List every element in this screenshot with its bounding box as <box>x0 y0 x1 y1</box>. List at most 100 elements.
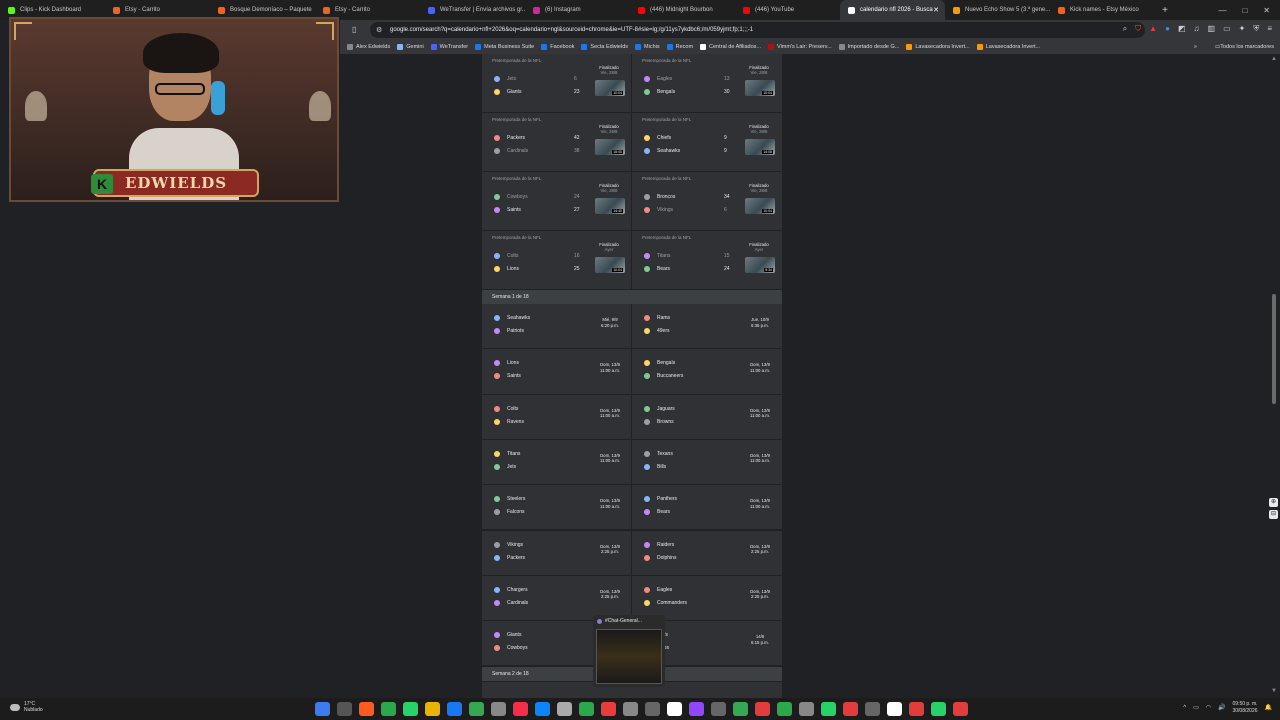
bookmark-item[interactable]: Central de Afiliados... <box>700 44 761 50</box>
tabs-icon[interactable]: ▭ <box>1223 24 1231 34</box>
taskbar-app-icon[interactable] <box>403 702 418 716</box>
week1-game-row[interactable]: Chargers Cardinals Dom, 13/9 2:25 p.m. Eagle… <box>482 575 782 621</box>
game-card[interactable]: Pretemporada de la NFL Cowboys Saints 24 27 F… <box>482 172 631 230</box>
clock[interactable]: 09:50 p. m. 30/08/2026 <box>1232 701 1257 714</box>
extensions-icon[interactable]: ✦ <box>1239 24 1246 34</box>
bookmark-item[interactable]: Meta Business Suite <box>475 44 534 50</box>
bookmark-item[interactable]: Vimm's Lair: Preserv... <box>768 44 832 50</box>
taskbar-app-icon[interactable] <box>535 702 550 716</box>
week1-game-row[interactable]: Colts Ravens Dom, 13/9 11:00 a.m. Jaguars Bro… <box>482 394 782 439</box>
bookmark-item[interactable]: Importado desde G... <box>838 44 899 50</box>
taskbar-app-icon[interactable] <box>469 702 484 716</box>
game-card[interactable]: Jaguars Browns Dom, 13/9 11:00 a.m. <box>632 395 781 439</box>
highlight-video-thumbnail[interactable]: 10:04 <box>595 257 625 273</box>
shield-icon[interactable]: ⛨ <box>1253 24 1259 34</box>
taskbar-app-icon[interactable] <box>689 702 704 716</box>
browser-tab[interactable]: Nuevo Echo Show 5 (3.ª gene... <box>945 0 1050 20</box>
taskbar-app-icon[interactable] <box>667 702 682 716</box>
taskbar-app-icon[interactable] <box>843 702 858 716</box>
game-card[interactable]: Pretemporada de la NFL Jets Giants 6 23 Final… <box>482 54 631 112</box>
game-card[interactable]: Colts Ravens Dom, 13/9 11:00 a.m. <box>482 395 631 439</box>
game-card[interactable]: Lions Saints Dom, 13/9 11:00 a.m. <box>482 349 631 393</box>
all-bookmarks[interactable]: » ▭ Todos los marcadores <box>1194 44 1274 50</box>
bookmark-star-icon[interactable]: ▯ <box>352 25 356 34</box>
browser-tab[interactable]: WeTransfer | Envía archivos gr... <box>420 0 525 20</box>
bookmark-item[interactable]: Secta Edwields <box>581 44 628 50</box>
preseason-game-row[interactable]: Pretemporada de la NFL Jets Giants 6 23 Final… <box>482 54 782 112</box>
highlight-video-thumbnail[interactable]: 14:40 <box>595 198 625 214</box>
taskbar-app-icon[interactable] <box>865 702 880 716</box>
scroll-up-arrow-icon[interactable]: ▲ <box>1271 56 1277 62</box>
browser-tab[interactable]: (446) Midnight Bourbon <box>630 0 735 20</box>
highlight-video-thumbnail[interactable]: 14:08 <box>745 139 775 155</box>
taskbar-app-icon[interactable] <box>821 702 836 716</box>
game-card[interactable]: Texans Bills Dom, 13/9 11:00 a.m. <box>632 440 781 484</box>
preseason-game-row[interactable]: Pretemporada de la NFL Cowboys Saints 24 27 F… <box>482 172 782 230</box>
game-card[interactable]: Panthers Bears Dom, 13/9 11:00 a.m. <box>632 485 781 529</box>
taskbar-app-icon[interactable] <box>799 702 814 716</box>
taskbar-app-icon[interactable] <box>491 702 506 716</box>
week1-game-row[interactable]: Steelers Falcons Dom, 13/9 11:00 a.m. Panthe… <box>482 485 782 530</box>
game-card[interactable]: Chargers Cardinals Dom, 13/9 2:25 p.m. <box>482 576 631 620</box>
taskbar-app-icon[interactable] <box>909 702 924 716</box>
volume-icon[interactable]: 🔊 <box>1218 704 1225 711</box>
taskbar-app-icon[interactable] <box>711 702 726 716</box>
maximize-icon[interactable]: □ <box>1242 6 1247 15</box>
taskbar-app-icon[interactable] <box>337 702 352 716</box>
game-card[interactable]: Raiders Dolphins Dom, 13/9 2:25 p.m. <box>632 531 781 575</box>
taskbar-app-icon[interactable] <box>733 702 748 716</box>
bookmark-item[interactable]: Lavasecadora Invert... <box>906 44 970 50</box>
preseason-game-row[interactable]: Pretemporada de la NFL Colts Lions 16 25 Fina… <box>482 231 782 289</box>
browser-tab[interactable]: calendario nfl 2026 - Busca ✕ <box>840 0 945 20</box>
game-card[interactable]: Titans Jets Dom, 13/9 11:00 a.m. <box>482 440 631 484</box>
game-card[interactable]: Pretemporada de la NFL Colts Lions 16 25 Fina… <box>482 231 631 289</box>
bookmark-item[interactable]: Lavasecadora Invert... <box>976 44 1040 50</box>
rewards-icon[interactable]: ▲ <box>1149 24 1157 34</box>
game-card[interactable]: Vikings Packers Dom, 13/9 2:25 p.m. <box>482 531 631 575</box>
week1-game-row[interactable]: Titans Jets Dom, 13/9 11:00 a.m. Texans Bills… <box>482 439 782 485</box>
taskbar-app-icon[interactable] <box>887 702 902 716</box>
minimize-icon[interactable]: — <box>1218 6 1226 15</box>
bookmark-item[interactable]: WeTransfer <box>430 44 468 50</box>
game-card[interactable]: Steelers Falcons Dom, 13/9 11:00 a.m. <box>482 485 631 529</box>
taskbar-app-icon[interactable] <box>579 702 594 716</box>
scrollbar[interactable]: ▲ ⊕ ⊟ ▼ <box>1268 54 1280 698</box>
bookmark-item[interactable]: Michis <box>635 44 660 50</box>
game-card[interactable]: Pretemporada de la NFL Broncos Vikings 34 6 F… <box>632 172 781 230</box>
bookmark-item[interactable]: Gemini <box>397 44 424 50</box>
scrollbar-thumb[interactable] <box>1272 294 1276 404</box>
week1-game-row[interactable]: Vikings Packers Dom, 13/9 2:25 p.m. Raiders D… <box>482 530 782 575</box>
highlight-video-thumbnail[interactable]: 10:04 <box>745 198 775 214</box>
browser-tab[interactable]: Kick names - Etsy México <box>1050 0 1155 20</box>
week1-game-row[interactable]: Lions Saints Dom, 13/9 11:00 a.m. Bengals Buc… <box>482 349 782 394</box>
highlight-video-thumbnail[interactable]: 9:34 <box>745 257 775 273</box>
taskbar-app-icon[interactable] <box>755 702 770 716</box>
tray-chevron-icon[interactable]: ^ <box>1183 705 1186 711</box>
taskbar-app-icon[interactable] <box>381 702 396 716</box>
week1-game-row[interactable]: Seahawks Patriots Mié, 9/9 6:20 p.m. Rams 49e… <box>482 304 782 349</box>
taskbar-app-icon[interactable] <box>645 702 660 716</box>
scroll-down-arrow-icon[interactable]: ▼ <box>1271 688 1277 694</box>
taskbar-app-icon[interactable] <box>513 702 528 716</box>
taskbar-app-icon[interactable] <box>953 702 968 716</box>
music-icon[interactable]: ♫ <box>1194 24 1200 34</box>
highlight-video-thumbnail[interactable]: 15:00 <box>595 139 625 155</box>
browser-tab[interactable]: (446) YouTube <box>735 0 840 20</box>
taskbar-app-icon[interactable] <box>557 702 572 716</box>
taskbar-app-icon[interactable] <box>931 702 946 716</box>
bookmark-item[interactable]: Alex Edwields <box>347 44 390 50</box>
tune-icon[interactable]: ⚙ <box>376 26 382 34</box>
game-card[interactable]: Rams 49ers Jue, 10/9 6:35 p.m. <box>632 304 781 348</box>
more-bookmarks-icon[interactable]: » <box>1194 44 1197 50</box>
address-bar[interactable]: ⚙ google.com/search?q=calendario+nfl+202… <box>370 22 1145 38</box>
brave-shield-icon[interactable]: ⛉ <box>1135 24 1141 34</box>
bookmark-item[interactable]: Recom <box>666 44 693 50</box>
taskbar-app-icon[interactable] <box>447 702 462 716</box>
chat-window-preview[interactable]: #Chat-General... <box>593 615 665 687</box>
zoom-icon[interactable]: ⌕ <box>1123 24 1127 34</box>
close-window-icon[interactable]: ✕ <box>1263 6 1270 15</box>
menu-icon[interactable]: ≡ <box>1267 24 1272 34</box>
taskbar-app-icon[interactable] <box>425 702 440 716</box>
taskbar-app-icon[interactable] <box>359 702 374 716</box>
side-panel-icon[interactable]: ⊕ <box>1269 498 1278 507</box>
